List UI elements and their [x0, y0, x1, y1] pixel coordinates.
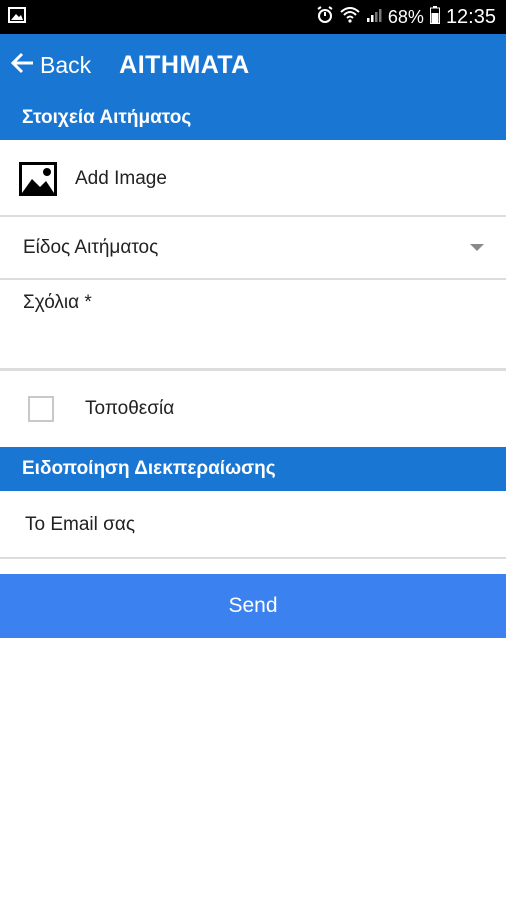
- signal-icon: [366, 7, 382, 28]
- section-title-notification: Ειδοποίηση Διεκπεραίωσης: [22, 458, 276, 479]
- image-notification-icon: [8, 6, 26, 28]
- dropdown-caret-icon: [470, 244, 484, 251]
- app-bar: Back ΑΙΤΗΜΑΤΑ: [0, 34, 506, 96]
- request-type-select[interactable]: Είδος Αιτήματος: [0, 217, 506, 278]
- section-title-request: Στοιχεία Αιτήματος: [22, 107, 192, 128]
- email-input[interactable]: [23, 513, 467, 537]
- battery-percentage: 68%: [387, 6, 424, 27]
- comments-field[interactable]: Σχόλια *: [0, 280, 506, 368]
- location-label: Τοποθεσία: [85, 397, 175, 419]
- battery-icon: [429, 5, 440, 29]
- image-icon: [19, 161, 57, 196]
- page-title: ΑΙΤΗΜΑΤΑ: [119, 50, 250, 79]
- section-header-request: Στοιχεία Αιτήματος: [0, 96, 506, 140]
- request-type-value: Είδος Αιτήματος: [23, 236, 159, 258]
- location-row: Τοποθεσία: [0, 371, 506, 446]
- location-checkbox[interactable]: [28, 395, 54, 422]
- back-label: Back: [40, 51, 92, 78]
- arrow-left-icon: [10, 52, 34, 79]
- alarm-icon: [316, 5, 334, 29]
- send-button[interactable]: Send: [0, 574, 506, 638]
- divider: [0, 557, 506, 559]
- back-button[interactable]: Back: [10, 52, 91, 79]
- status-bar: 68% 12:35: [0, 0, 506, 34]
- add-image-row[interactable]: Add Image: [0, 142, 506, 215]
- section-header-notification: Ειδοποίηση Διεκπεραίωσης: [0, 447, 506, 491]
- email-row: [0, 492, 506, 558]
- comments-label: Σχόλια *: [23, 292, 92, 313]
- add-image-label: Add Image: [75, 167, 167, 189]
- clock: 12:35: [445, 5, 496, 28]
- wifi-icon: [340, 6, 360, 28]
